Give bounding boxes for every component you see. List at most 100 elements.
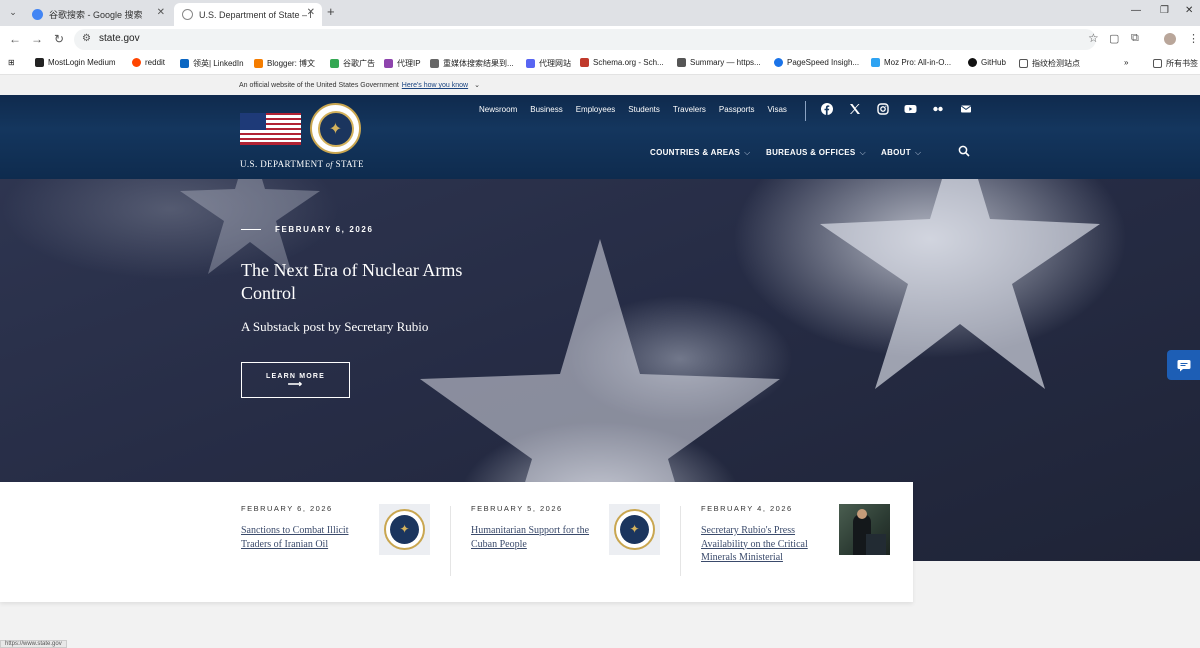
address-bar[interactable]: ⚙ state.gov ☆: [74, 29, 1099, 50]
puzzle-icon[interactable]: ⧉: [1131, 32, 1139, 45]
instagram-icon[interactable]: [877, 103, 889, 115]
bookmark-favicon-icon: [526, 59, 535, 68]
bookmark-favicon-icon: [430, 59, 439, 68]
bookmark-item[interactable]: Summary — https...: [677, 58, 761, 67]
department-seal-logo[interactable]: ✦: [310, 103, 361, 154]
google-favicon-icon: [32, 9, 43, 20]
bookmark-favicon-icon: [254, 59, 263, 68]
all-bookmarks[interactable]: 所有书签: [1153, 58, 1198, 69]
youtube-icon[interactable]: [904, 103, 917, 115]
extension-icon[interactable]: ▢: [1109, 32, 1119, 45]
browser-tab-active[interactable]: U.S. Department of State – H ✕: [174, 3, 322, 26]
more-bookmarks-icon[interactable]: »: [1124, 58, 1128, 67]
department-name[interactable]: U.S. DEPARTMENT of STATE: [240, 159, 364, 169]
bookmark-favicon-icon: [774, 58, 783, 67]
email-icon[interactable]: [960, 103, 972, 115]
reload-icon[interactable]: ↻: [54, 32, 64, 46]
hero-date: FEBRUARY 6, 2026: [241, 225, 374, 234]
news-thumbnail[interactable]: ✦: [609, 504, 660, 555]
nav-link-students[interactable]: Students: [628, 105, 660, 114]
us-flag-logo[interactable]: [240, 113, 301, 145]
facebook-icon[interactable]: [821, 103, 833, 115]
nav-link-employees[interactable]: Employees: [576, 105, 616, 114]
folder-icon: [1153, 59, 1162, 68]
bookmark-item[interactable]: 代理网站: [526, 58, 571, 69]
news-card: FEBRUARY 5, 2026 Humanitarian Support fo…: [471, 504, 681, 584]
utility-nav: Newsroom Business Employees Students Tra…: [479, 105, 800, 114]
news-cards-panel: FEBRUARY 6, 2026 Sanctions to Combat Ill…: [0, 482, 913, 602]
close-window-icon[interactable]: ✕: [1185, 5, 1193, 16]
nav-divider: [805, 101, 806, 121]
nav-about[interactable]: ABOUT ⌵: [881, 148, 921, 158]
folder-icon: [1019, 59, 1028, 68]
news-thumbnail-photo[interactable]: [839, 504, 890, 555]
chat-icon: [1177, 360, 1190, 372]
chevron-down-icon: ⌵: [744, 148, 751, 157]
bookmark-item[interactable]: Blogger: 博文: [254, 58, 315, 69]
nav-link-visas[interactable]: Visas: [767, 105, 786, 114]
bookmark-item[interactable]: Schema.org - Sch...: [580, 58, 664, 67]
apps-grid-icon[interactable]: ⊞: [8, 58, 15, 67]
hero-title: The Next Era of Nuclear Arms Control: [241, 260, 463, 303]
close-tab-icon[interactable]: ✕: [307, 7, 315, 18]
bookmark-item[interactable]: 领英| LinkedIn: [180, 58, 244, 69]
bookmark-item[interactable]: MostLogin Medium: [35, 58, 116, 67]
feedback-chat-button[interactable]: [1167, 350, 1200, 380]
url-text[interactable]: state.gov: [99, 33, 140, 44]
official-banner: An official website of the United States…: [0, 75, 1200, 95]
nav-link-newsroom[interactable]: Newsroom: [479, 105, 517, 114]
bookmark-item[interactable]: reddit: [132, 58, 165, 67]
nav-link-business[interactable]: Business: [530, 105, 562, 114]
seal-icon: ✦: [384, 509, 425, 550]
tab-search-icon[interactable]: ⌄: [6, 5, 20, 19]
how-you-know-link[interactable]: Here's how you know: [402, 82, 468, 89]
site-info-icon[interactable]: ⚙: [82, 33, 91, 44]
state-favicon-icon: [182, 9, 193, 20]
bookmark-favicon-icon: [384, 59, 393, 68]
forward-icon[interactable]: →: [31, 32, 43, 46]
news-thumbnail[interactable]: ✦: [379, 504, 430, 555]
news-card: FEBRUARY 6, 2026 Sanctions to Combat Ill…: [241, 504, 451, 584]
browser-tab-strip: ⌄ 谷歌搜索 - Google 搜索 ✕ U.S. Department of …: [0, 0, 1200, 26]
learn-more-button[interactable]: LEARN MORE ⟶: [241, 362, 350, 398]
tab-title: 谷歌搜索 - Google 搜索: [49, 10, 143, 20]
podium: [866, 534, 886, 555]
seal-icon: ✦: [614, 509, 655, 550]
nav-link-travelers[interactable]: Travelers: [673, 105, 706, 114]
bookmark-item[interactable]: Moz Pro: All-in-O...: [871, 58, 951, 67]
menu-dots-icon[interactable]: ⋮: [1188, 32, 1199, 45]
minimize-icon[interactable]: —: [1131, 5, 1141, 16]
bookmark-favicon-icon: [132, 58, 141, 67]
bookmark-favicon-icon: [677, 58, 686, 67]
restore-icon[interactable]: ❐: [1160, 5, 1169, 16]
x-twitter-icon[interactable]: [849, 103, 861, 115]
site-header: ✦ U.S. DEPARTMENT of STATE Newsroom Busi…: [0, 95, 1200, 179]
bookmark-item[interactable]: 代理IP: [384, 58, 421, 69]
official-text: An official website of the United States…: [239, 82, 399, 89]
new-tab-icon[interactable]: +: [327, 4, 335, 19]
nav-countries-areas[interactable]: COUNTRIES & AREAS ⌵: [650, 148, 751, 158]
hero-subtitle: A Substack post by Secretary Rubio: [241, 319, 429, 334]
browser-tab[interactable]: 谷歌搜索 - Google 搜索 ✕: [24, 3, 172, 26]
bookmark-item[interactable]: 谷歌广告: [330, 58, 375, 69]
nav-bureaus-offices[interactable]: BUREAUS & OFFICES ⌵: [766, 148, 866, 158]
close-tab-icon[interactable]: ✕: [157, 7, 165, 18]
search-icon[interactable]: [958, 145, 970, 160]
official-banner-text-row: An official website of the United States…: [239, 81, 480, 89]
chevron-down-icon[interactable]: ⌄: [474, 82, 480, 89]
bookmark-favicon-icon: [871, 58, 880, 67]
flickr-icon[interactable]: [932, 103, 944, 115]
bookmark-item[interactable]: PageSpeed Insigh...: [774, 58, 859, 67]
bookmark-item[interactable]: 重媒体搜索结果到...: [430, 58, 514, 69]
news-title-link[interactable]: Humanitarian Support for the Cuban Peopl…: [471, 524, 599, 551]
back-icon[interactable]: ←: [9, 32, 21, 46]
bookmark-item[interactable]: GitHub: [968, 58, 1006, 67]
card-divider: [680, 506, 681, 576]
news-title-link[interactable]: Secretary Rubio's Press Availability on …: [701, 524, 821, 565]
news-title-link[interactable]: Sanctions to Combat Illicit Traders of I…: [241, 524, 369, 551]
profile-avatar-icon[interactable]: [1164, 33, 1176, 45]
bookmark-favicon-icon: [330, 59, 339, 68]
bookmark-folder[interactable]: 指纹检测站点: [1019, 58, 1080, 69]
nav-link-passports[interactable]: Passports: [719, 105, 755, 114]
github-icon: [968, 58, 977, 67]
